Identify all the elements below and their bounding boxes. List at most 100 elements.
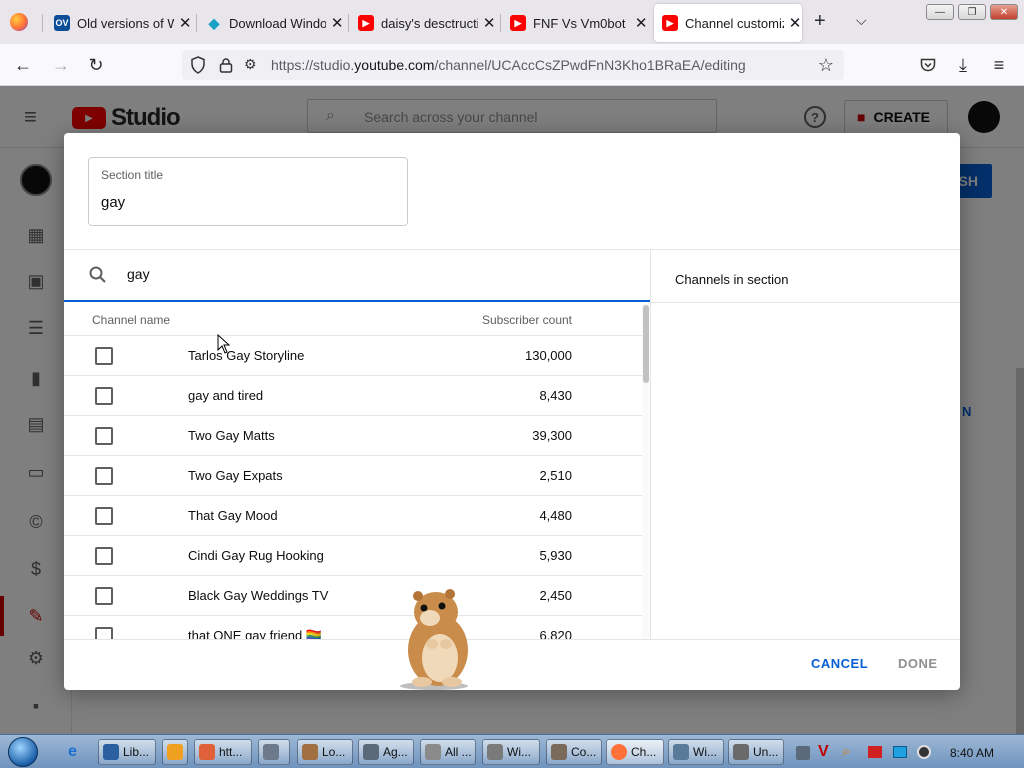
taskbar-item[interactable]: htt... <box>194 739 252 765</box>
results-list: Tarlos Gay Storyline 130,000 gay and tir… <box>64 336 642 639</box>
tray-search-icon[interactable]: ⌕ <box>842 743 850 760</box>
start-button[interactable] <box>8 737 38 767</box>
subscriber-count: 5,930 <box>539 548 572 563</box>
taskbar-clock[interactable]: 8:40 AM <box>950 746 994 760</box>
row-checkbox[interactable] <box>95 507 113 525</box>
windows-taskbar: e Lib... htt... Lo... Ag... All ... Wi..… <box>0 734 1024 768</box>
section-title-label: Section title <box>101 168 164 182</box>
table-row[interactable]: Two Gay Matts 39,300 <box>64 416 642 456</box>
subscriber-count: 2,510 <box>539 468 572 483</box>
close-icon[interactable]: ✕ <box>634 14 648 32</box>
bookmark-star-icon[interactable]: ☆ <box>813 52 839 78</box>
url-text[interactable]: https://studio.youtube.com/channel/UCAcc… <box>271 57 746 73</box>
tab-daisys-destruction[interactable]: ▶ daisy's desctructic ✕ <box>358 4 496 42</box>
tab-download-windows[interactable]: ◆ Download Windo ✕ <box>206 4 344 42</box>
tray-volume-icon[interactable] <box>917 745 931 759</box>
close-icon[interactable]: ✕ <box>482 14 496 32</box>
subscriber-count: 130,000 <box>525 348 572 363</box>
row-checkbox[interactable] <box>95 387 113 405</box>
tab-channel-customization[interactable]: ▶ Channel customiz ✕ <box>654 4 802 42</box>
tray-flag-icon[interactable] <box>868 746 882 758</box>
column-header-subscriber-count: Subscriber count <box>481 313 572 327</box>
media-player-icon[interactable] <box>162 739 188 765</box>
channel-search-row <box>64 250 650 302</box>
row-checkbox[interactable] <box>95 347 113 365</box>
tab-label: Channel customiz <box>685 15 785 31</box>
back-arrow-icon[interactable]: ← <box>10 52 36 78</box>
tray-monitor-icon[interactable] <box>893 746 907 758</box>
channel-name: that ONE gay friend 🏳️‍🌈 <box>188 628 322 639</box>
minimize-button[interactable]: — <box>926 4 954 20</box>
url-bar[interactable]: ⚙ https://studio.youtube.com/channel/UCA… <box>182 50 844 80</box>
lock-icon[interactable] <box>219 57 233 73</box>
done-button[interactable]: DONE <box>898 656 938 671</box>
ie-quicklaunch-icon[interactable]: e <box>64 739 90 765</box>
row-checkbox[interactable] <box>95 467 113 485</box>
hamster-mascot <box>394 586 480 690</box>
subscriber-count: 8,430 <box>539 388 572 403</box>
youtube-icon: ▶ <box>662 15 678 31</box>
taskbar-item[interactable]: Lib... <box>98 739 156 765</box>
reload-icon[interactable]: ↻ <box>83 52 109 78</box>
pocket-icon[interactable] <box>915 52 941 78</box>
taskbar-item[interactable]: Lo... <box>297 739 353 765</box>
shield-icon[interactable] <box>190 56 206 74</box>
download-site-icon: ◆ <box>208 14 220 31</box>
taskbar-item[interactable]: Un... <box>728 739 784 765</box>
row-checkbox[interactable] <box>95 627 113 639</box>
close-window-button[interactable]: ✕ <box>990 4 1018 20</box>
table-row[interactable]: that ONE gay friend 🏳️‍🌈 6,820 <box>64 616 642 639</box>
divider <box>650 249 651 639</box>
firefox-icon[interactable] <box>10 13 28 31</box>
tray-v-icon[interactable]: V <box>818 743 829 761</box>
cancel-button[interactable]: CANCEL <box>811 656 868 671</box>
row-checkbox[interactable] <box>95 587 113 605</box>
downloads-icon[interactable]: ⤓ <box>950 52 976 78</box>
tray-app-icon[interactable] <box>796 746 810 760</box>
row-checkbox[interactable] <box>95 427 113 445</box>
channel-name: Black Gay Weddings TV <box>188 588 329 603</box>
tab-label: daisy's desctructic <box>381 15 479 31</box>
permissions-icon[interactable]: ⚙ <box>244 56 257 73</box>
taskbar-item-active[interactable]: Ch... <box>606 739 664 765</box>
close-icon[interactable]: ✕ <box>178 14 192 32</box>
browser-nav-bar: ← → ↻ ⚙ https://studio.youtube.com/chann… <box>0 44 1024 86</box>
restore-button[interactable]: ❐ <box>958 4 986 20</box>
subscriber-count: 6,820 <box>539 628 572 639</box>
row-checkbox[interactable] <box>95 547 113 565</box>
tab-list-chevron-icon[interactable]: ⌵ <box>856 12 867 29</box>
table-row[interactable]: Cindi Gay Rug Hooking 5,930 <box>64 536 642 576</box>
new-tab-icon[interactable]: + <box>814 10 826 33</box>
table-row[interactable]: That Gay Mood 4,480 <box>64 496 642 536</box>
table-row[interactable]: gay and tired 8,430 <box>64 376 642 416</box>
tab-label: FNF Vs Vm0bot Le <box>533 15 630 31</box>
taskbar-item[interactable]: Co... <box>546 739 602 765</box>
close-icon[interactable]: ✕ <box>330 14 344 32</box>
taskbar-item[interactable]: Wi... <box>482 739 540 765</box>
channel-name: Tarlos Gay Storyline <box>188 348 305 363</box>
taskbar-item[interactable]: Wi... <box>668 739 724 765</box>
channels-in-section-header: Channels in section <box>675 272 789 287</box>
taskbar-icon-only[interactable] <box>258 739 290 765</box>
divider <box>64 639 960 640</box>
results-scrollbar-thumb[interactable] <box>643 305 649 383</box>
results-table-header: Channel name Subscriber count <box>64 304 642 336</box>
tab-old-versions[interactable]: OV Old versions of Wi ✕ <box>54 4 192 42</box>
section-title-field[interactable]: Section title gay <box>88 157 408 226</box>
forward-arrow-icon[interactable]: → <box>48 52 74 78</box>
menu-hamburger-icon[interactable]: ≡ <box>986 52 1012 78</box>
taskbar-item[interactable]: Ag... <box>358 739 414 765</box>
table-row[interactable]: Black Gay Weddings TV 2,450 <box>64 576 642 616</box>
tab-label: Download Windo <box>229 15 327 31</box>
channel-name: gay and tired <box>188 388 264 403</box>
close-icon[interactable]: ✕ <box>788 14 802 32</box>
featured-channels-dialog: Section title gay Channels in section Ch… <box>64 133 960 690</box>
channel-search-input[interactable] <box>127 266 607 282</box>
taskbar-item[interactable]: All ... <box>420 739 476 765</box>
table-row[interactable]: Tarlos Gay Storyline 130,000 <box>64 336 642 376</box>
section-title-value[interactable]: gay <box>101 194 125 211</box>
table-row[interactable]: Two Gay Expats 2,510 <box>64 456 642 496</box>
tab-label: Old versions of Wi <box>77 15 175 31</box>
channel-name: Two Gay Expats <box>188 468 283 483</box>
tab-fnf-vs-vm0bot[interactable]: ▶ FNF Vs Vm0bot Le ✕ <box>510 4 648 42</box>
